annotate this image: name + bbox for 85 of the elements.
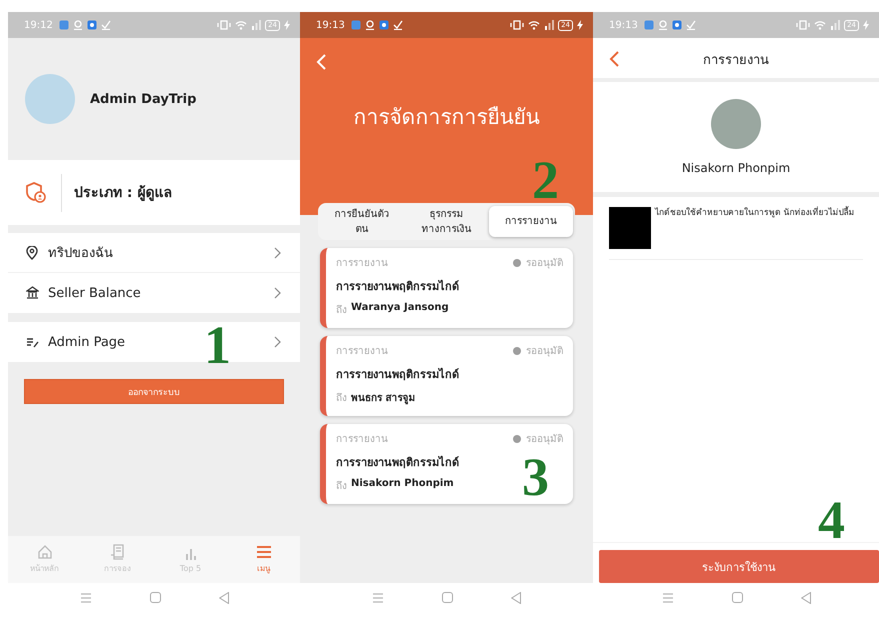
recipient-label: ถึง — [336, 304, 347, 317]
status-dot-icon — [513, 346, 521, 354]
app-icon — [644, 20, 654, 30]
app-icon — [378, 20, 389, 30]
checkmark-icon — [392, 20, 403, 30]
status-dot-icon — [513, 258, 521, 266]
step-number: 2 — [532, 153, 559, 207]
card-title: การรายงานพฤติกรรมไกด์ — [336, 278, 460, 295]
status-time: 19:13 — [609, 20, 638, 30]
page-title: การรายงาน — [703, 52, 769, 70]
vibrate-icon — [796, 20, 810, 30]
status-label: รออนุมัติ — [526, 433, 563, 446]
profile-name: Admin DayTrip — [90, 92, 196, 106]
profile-name: Nisakorn Phonpim — [682, 161, 790, 175]
home-square-icon[interactable] — [442, 592, 453, 603]
status-time: 19:13 — [316, 20, 345, 30]
location-pin-icon — [26, 246, 39, 260]
recipient-label: ถึง — [336, 480, 347, 493]
recipient-name: Nisakorn Phonpim — [351, 478, 454, 491]
status-label: รออนุมัติ — [526, 257, 563, 270]
menu-icon[interactable] — [372, 592, 384, 602]
tab[interactable]: ธุรกรรม ทางการเงิน — [404, 204, 489, 240]
chevron-right-icon — [274, 246, 282, 258]
avatar-placeholder — [711, 99, 761, 149]
card-title: การรายงานพฤติกรรมไกด์ — [336, 454, 460, 471]
status-label: รออนุมัติ — [526, 345, 563, 358]
app-icon — [672, 20, 682, 30]
signal-icon — [830, 20, 840, 30]
person-icon — [658, 20, 668, 30]
person-icon — [72, 20, 83, 30]
shield-person-icon — [25, 182, 47, 204]
app-icon — [58, 20, 69, 30]
bolt-icon — [284, 20, 290, 30]
recipient-name: พนธกร สารจูม — [351, 392, 416, 405]
tab[interactable]: การยืนยันตัว ตน — [320, 204, 404, 240]
avatar-placeholder — [25, 74, 75, 124]
chevron-right-icon — [274, 287, 282, 299]
chevron-right-icon — [274, 336, 282, 348]
status-dot-icon — [513, 434, 521, 442]
vibrate-icon — [510, 20, 524, 30]
menu-item[interactable]: ทริปของฉัน — [8, 233, 300, 273]
menu-icon — [256, 544, 272, 560]
bank-icon — [26, 286, 39, 300]
card-category: การรายงาน — [336, 433, 389, 446]
recipient-name: Waranya Jansong — [351, 302, 449, 315]
report-card[interactable]: การรายงาน รออนุมัติ การรายงานพฤติกรรมไกด์ ถึง Waranya Jansong — [320, 248, 573, 328]
page-title: การจัดการการยืนยัน — [354, 104, 540, 131]
checkmark-icon — [100, 20, 111, 30]
report-card[interactable]: การรายงาน รออนุมัติ การรายงานพฤติกรรมไกด์ ถึง พนธกร สารจูม — [320, 336, 573, 416]
menu-icon[interactable] — [662, 592, 674, 602]
home-square-icon[interactable] — [150, 592, 160, 603]
role-label: ประเภท : ผู้ดูแล — [61, 174, 172, 212]
wifi-icon — [814, 20, 826, 30]
tab[interactable]: การรายงาน — [488, 206, 573, 237]
checkmark-icon — [686, 20, 696, 30]
report-text: ไกด์ชอบใช้คำหยาบคายในการพูด นักท่องเที่ยวไม่ปลื้ม — [655, 207, 855, 220]
menu-item[interactable]: Admin Page 1 — [8, 322, 300, 362]
bolt-icon — [577, 20, 583, 30]
person-icon — [364, 20, 375, 30]
card-category: การรายงาน — [336, 257, 389, 270]
recipient-label: ถึง — [336, 392, 347, 405]
bolt-icon — [863, 20, 869, 30]
step-number: 4 — [818, 493, 845, 547]
card-title: การรายงานพฤติกรรมไกด์ — [336, 366, 460, 383]
signal-icon — [544, 20, 554, 30]
status-time: 19:12 — [24, 20, 53, 30]
app-icon — [350, 20, 361, 30]
home-icon — [36, 544, 52, 560]
card-category: การรายงาน — [336, 345, 389, 358]
back-icon[interactable] — [800, 592, 810, 604]
photo-placeholder — [609, 207, 651, 249]
step-number: 3 — [522, 450, 549, 504]
wifi-icon — [235, 20, 248, 30]
vibrate-icon — [217, 20, 232, 30]
suspend-button[interactable]: ระงับการใช้งาน — [599, 550, 879, 583]
app-icon — [86, 20, 97, 30]
menu-item[interactable]: Seller Balance — [8, 273, 300, 313]
report-card[interactable]: การรายงาน รออนุมัติ การรายงานพฤติกรรมไกด์ ถึง Nisakorn Phonpim 3 — [320, 424, 573, 504]
back-icon[interactable] — [511, 592, 521, 604]
back-icon[interactable] — [218, 592, 228, 604]
home-square-icon[interactable] — [732, 592, 742, 603]
signal-icon — [251, 20, 262, 30]
receipt-icon — [110, 544, 126, 560]
wifi-icon — [528, 20, 540, 30]
menu-icon[interactable] — [80, 592, 92, 602]
